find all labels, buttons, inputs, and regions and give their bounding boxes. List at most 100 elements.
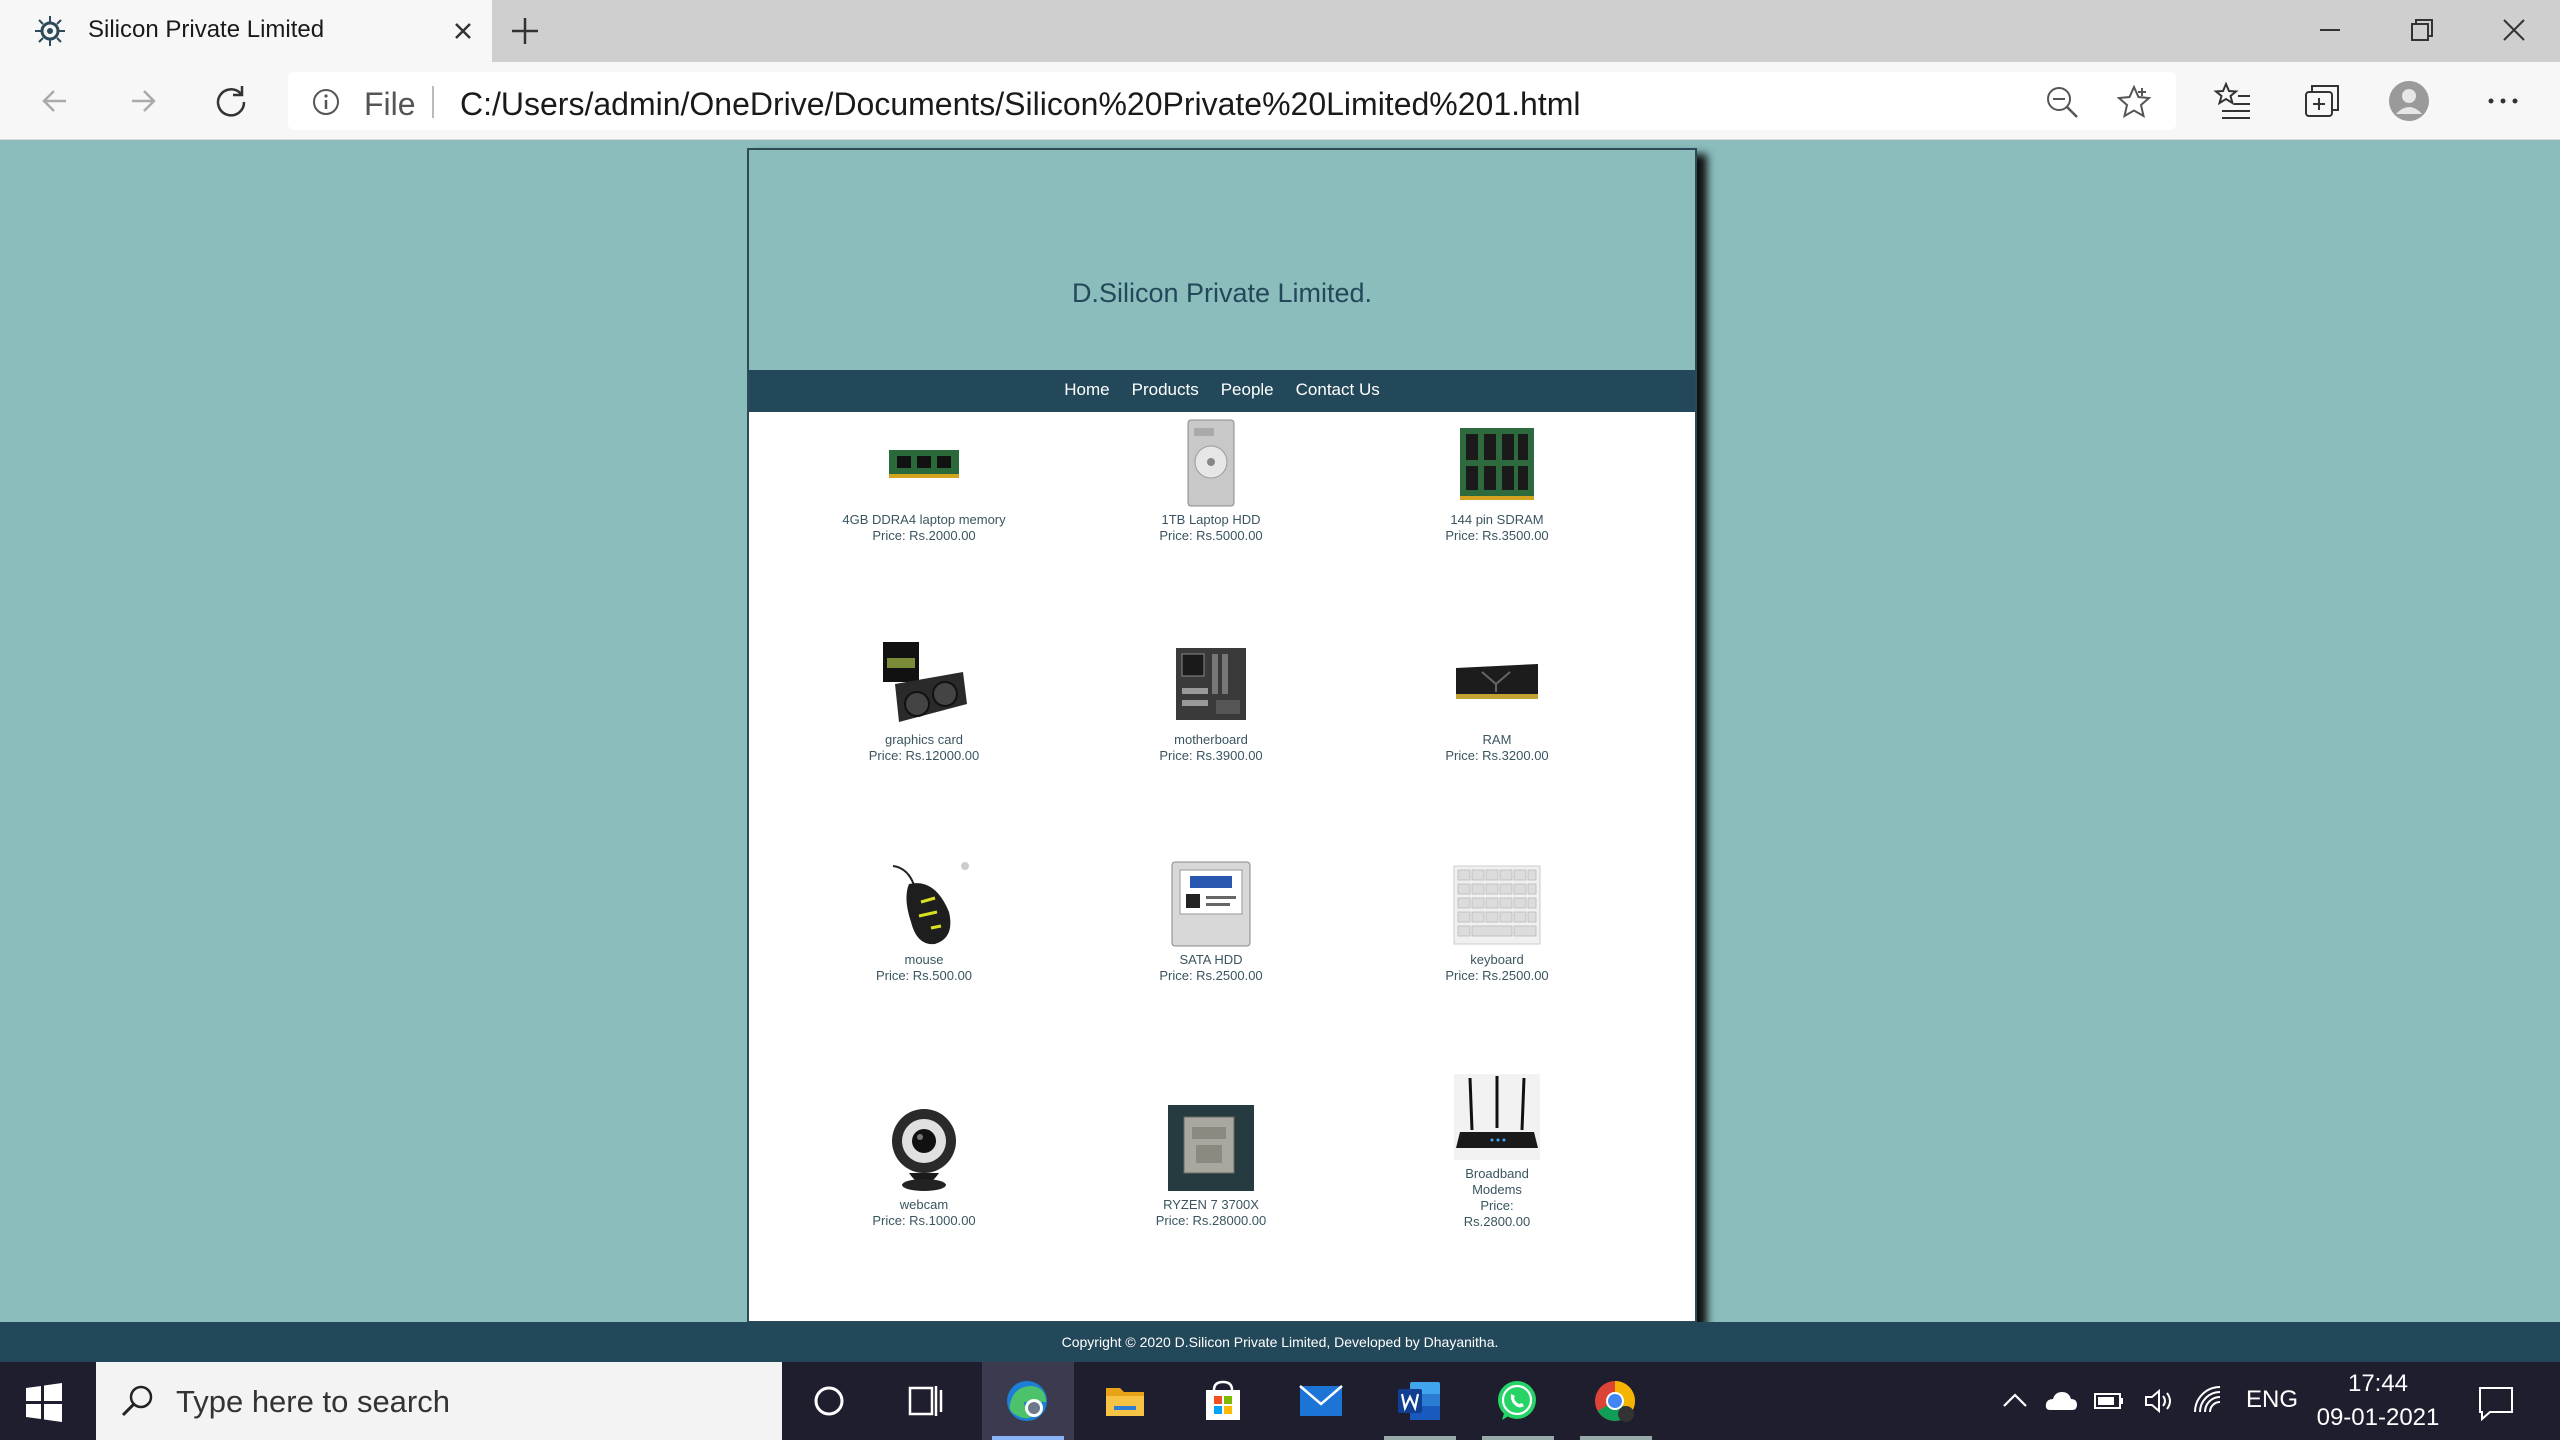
product-card[interactable]: keyboard Price: Rs.2500.00	[1392, 858, 1602, 984]
taskbar-whatsapp[interactable]	[1472, 1362, 1564, 1440]
minimize-icon[interactable]	[2308, 10, 2352, 50]
browser-tab-bar: Silicon Private Limited	[0, 0, 2560, 62]
url-text[interactable]: C:/Users/admin/OneDrive/Documents/Silico…	[460, 86, 1580, 123]
nav-home[interactable]: Home	[1064, 380, 1109, 400]
taskbar-word[interactable]	[1374, 1362, 1466, 1440]
restore-icon[interactable]	[2400, 10, 2444, 50]
show-hidden-icons-chevron-icon[interactable]	[1998, 1384, 2032, 1418]
site-nav: Home Products People Contact Us	[749, 370, 1695, 412]
search-placeholder: Type here to search	[176, 1384, 450, 1419]
site-container: D.Silicon Private Limited. Home Products…	[747, 148, 1697, 1323]
product-card[interactable]: mouse Price: Rs.500.00	[819, 858, 1029, 984]
product-card[interactable]: 1TB Laptop HDD Price: Rs.5000.00	[1106, 418, 1316, 544]
product-card[interactable]: SATA HDD Price: Rs.2500.00	[1106, 858, 1316, 984]
product-name: RAM	[1482, 732, 1512, 747]
clock-time[interactable]: 17:44	[2318, 1370, 2438, 1398]
close-tab-icon[interactable]	[446, 14, 480, 48]
product-card[interactable]: RAM Price: Rs.3200.00	[1392, 638, 1602, 764]
nav-products[interactable]: Products	[1132, 380, 1199, 400]
nav-people[interactable]: People	[1221, 380, 1274, 400]
sdram-icon	[1460, 428, 1534, 500]
product-card[interactable]: 144 pin SDRAM Price: Rs.3500.00	[1392, 418, 1602, 544]
product-name: 1TB Laptop HDD	[1161, 512, 1261, 527]
product-card[interactable]: graphics card Price: Rs.12000.00	[819, 638, 1029, 764]
address-bar[interactable]: File C:/Users/admin/OneDrive/Documents/S…	[288, 72, 2176, 130]
tab-title: Silicon Private Limited	[88, 16, 325, 43]
sata-hdd-icon	[1171, 861, 1251, 947]
product-name: 144 pin SDRAM	[1450, 512, 1544, 527]
product-price: Price: Rs.1000.00	[872, 1213, 976, 1228]
file-label: File	[364, 86, 416, 122]
router-icon	[1454, 1074, 1540, 1160]
product-name: 4GB DDRA4 laptop memory	[842, 512, 1006, 527]
product-price: Price: Rs.2800.00	[1463, 1198, 1531, 1229]
taskbar-chrome[interactable]	[1570, 1362, 1662, 1440]
product-name: motherboard	[1174, 732, 1248, 747]
ram-module-icon	[1456, 664, 1538, 699]
zoom-out-icon[interactable]	[2044, 84, 2080, 120]
address-separator	[432, 86, 434, 118]
product-name: RYZEN 7 3700X	[1163, 1197, 1259, 1212]
page-viewport: D.Silicon Private Limited. Home Products…	[0, 140, 2560, 1362]
cortana-icon	[814, 1386, 844, 1416]
mouse-icon	[892, 862, 969, 945]
favorite-star-icon[interactable]	[2116, 84, 2152, 120]
site-footer: Copyright © 2020 D.Silicon Private Limit…	[0, 1322, 2560, 1362]
wifi-icon[interactable]	[2192, 1384, 2226, 1418]
windows-start-icon[interactable]	[22, 1380, 66, 1424]
language-indicator[interactable]: ENG	[2246, 1386, 2298, 1414]
product-price: Price: Rs.28000.00	[1155, 1213, 1267, 1228]
taskbar-store[interactable]	[1178, 1362, 1270, 1440]
product-price: Price: Rs.5000.00	[1159, 528, 1263, 543]
chrome-icon	[1595, 1381, 1635, 1422]
running-app-indicator	[1384, 1436, 1456, 1440]
whatsapp-icon	[1498, 1381, 1536, 1420]
product-price: Price: Rs.2000.00	[872, 528, 976, 543]
product-price: Price: Rs.2500.00	[1445, 968, 1549, 983]
cortana-button[interactable]	[784, 1362, 876, 1440]
onedrive-cloud-icon[interactable]	[2044, 1384, 2078, 1418]
taskbar-search-box[interactable]: Type here to search	[96, 1362, 782, 1440]
new-tab-icon[interactable]	[506, 12, 544, 50]
product-card[interactable]: motherboard Price: Rs.3900.00	[1106, 638, 1316, 764]
product-card[interactable]: 4GB DDRA4 laptop memory Price: Rs.2000.0…	[819, 418, 1029, 544]
product-card[interactable]: Broadband Modems Price: Rs.2800.00	[1392, 1072, 1602, 1230]
task-view-button[interactable]	[880, 1362, 972, 1440]
site-header: D.Silicon Private Limited.	[749, 150, 1695, 370]
mail-icon	[1299, 1385, 1343, 1416]
product-name: keyboard	[1470, 952, 1524, 967]
ram-stick-icon	[889, 450, 959, 478]
info-icon[interactable]	[312, 88, 340, 116]
favorites-list-icon[interactable]	[2212, 80, 2254, 122]
active-app-indicator	[992, 1436, 1064, 1440]
word-icon	[1398, 1382, 1440, 1420]
product-name: Broadband Modems	[1465, 1166, 1529, 1197]
battery-icon[interactable]	[2092, 1384, 2126, 1418]
notification-center-icon[interactable]	[2476, 1382, 2516, 1422]
product-name: SATA HDD	[1179, 952, 1243, 967]
refresh-icon[interactable]	[208, 78, 254, 124]
more-options-icon[interactable]	[2482, 80, 2524, 122]
product-card[interactable]: RYZEN 7 3700X Price: Rs.28000.00	[1106, 1103, 1316, 1229]
taskbar-mail[interactable]	[1276, 1362, 1368, 1440]
edge-icon	[1007, 1381, 1047, 1421]
profile-avatar-icon[interactable]	[2388, 80, 2430, 122]
browser-tab[interactable]: Silicon Private Limited	[0, 0, 492, 62]
taskbar-edge[interactable]	[982, 1362, 1074, 1440]
collections-icon[interactable]	[2300, 80, 2342, 122]
laptop-hdd-icon	[1187, 419, 1235, 507]
volume-icon[interactable]	[2142, 1384, 2176, 1418]
product-price: Price: Rs.12000.00	[868, 748, 980, 763]
clock-date[interactable]: 09-01-2021	[2306, 1404, 2450, 1432]
windows-taskbar: Type here to search ENG 17:44 09-01-2021	[0, 1362, 2560, 1440]
back-arrow-icon[interactable]	[32, 78, 78, 124]
running-app-indicator	[1580, 1436, 1652, 1440]
graphics-card-icon	[883, 642, 967, 722]
product-card[interactable]: webcam Price: Rs.1000.00	[819, 1103, 1029, 1229]
forward-arrow-icon[interactable]	[120, 78, 166, 124]
product-price: Price: Rs.3500.00	[1445, 528, 1549, 543]
nav-contact-us[interactable]: Contact Us	[1296, 380, 1380, 400]
motherboard-icon	[1176, 648, 1246, 720]
close-window-icon[interactable]	[2492, 10, 2536, 50]
taskbar-file-explorer[interactable]	[1080, 1362, 1172, 1440]
